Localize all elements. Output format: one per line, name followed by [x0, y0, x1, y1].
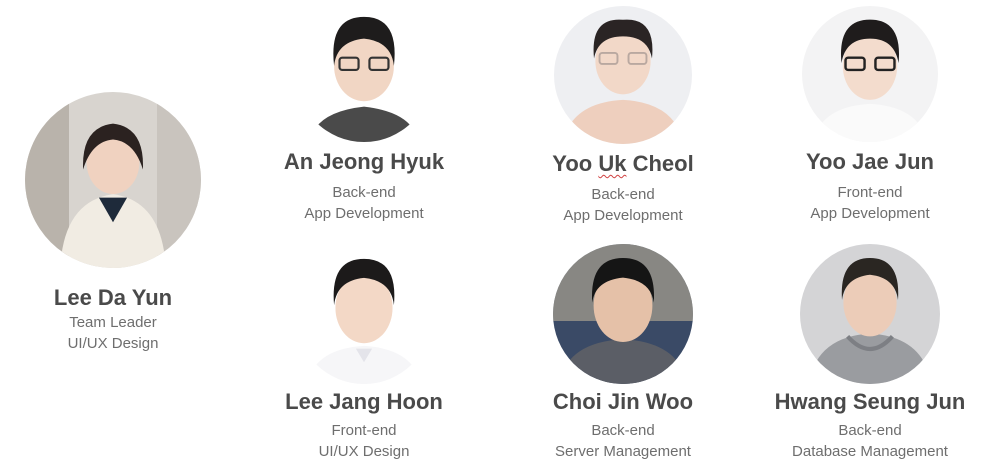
team-member-card: Lee Da Yun Team Leader UI/UX Design	[13, 92, 213, 354]
member-photo-avatar	[802, 6, 938, 142]
team-member-card: Hwang Seung Jun Back-end Database Manage…	[770, 244, 970, 462]
portrait-placeholder-icon	[554, 6, 692, 144]
member-specialty: Database Management	[792, 443, 948, 460]
member-specialty: Server Management	[555, 443, 691, 460]
member-name: Yoo Jae Jun	[806, 149, 934, 174]
member-name: Lee Jang Hoon	[285, 389, 443, 414]
member-role: Back-end	[838, 422, 902, 439]
member-role: Back-end	[591, 186, 655, 203]
member-photo-avatar	[800, 244, 940, 384]
member-name: Choi Jin Woo	[552, 389, 694, 414]
member-role: Front-end	[331, 422, 397, 439]
member-name-part: Uk	[598, 151, 627, 176]
member-role: Front-end	[837, 184, 903, 201]
member-photo-avatar	[296, 6, 432, 142]
portrait-placeholder-icon	[800, 244, 940, 384]
portrait-placeholder-icon	[296, 6, 432, 142]
member-specialty: App Development	[304, 205, 424, 222]
member-name: Lee Da Yun	[53, 285, 173, 310]
member-specialty: App Development	[563, 207, 683, 224]
team-member-card: Yoo Uk Cheol Back-end App Development	[523, 6, 723, 226]
member-role: Team Leader	[69, 314, 157, 331]
member-name: Yoo Uk Cheol	[523, 150, 723, 178]
portrait-placeholder-icon	[25, 92, 201, 268]
member-role: Back-end	[591, 422, 655, 439]
member-photo-avatar	[296, 248, 432, 384]
member-name: Hwang Seung Jun	[774, 389, 966, 414]
member-name-part: Yoo	[552, 151, 599, 176]
member-name: An Jeong Hyuk	[283, 149, 445, 174]
team-member-card: Lee Jang Hoon Front-end UI/UX Design	[264, 248, 464, 462]
team-member-card: Choi Jin Woo Back-end Server Management	[523, 244, 723, 462]
team-member-card: An Jeong Hyuk Back-end App Development	[264, 6, 464, 224]
member-photo-avatar	[554, 6, 692, 144]
portrait-placeholder-icon	[553, 244, 693, 384]
member-photo-avatar	[553, 244, 693, 384]
team-member-card: Yoo Jae Jun Front-end App Development	[770, 6, 970, 224]
member-specialty: UI/UX Design	[318, 443, 410, 460]
portrait-placeholder-icon	[296, 248, 432, 384]
portrait-placeholder-icon	[802, 6, 938, 142]
member-specialty: App Development	[810, 205, 930, 222]
member-name-part: Cheol	[626, 151, 694, 176]
member-role: Back-end	[332, 184, 396, 201]
member-photo-avatar	[25, 92, 201, 268]
member-specialty: UI/UX Design	[67, 335, 159, 352]
